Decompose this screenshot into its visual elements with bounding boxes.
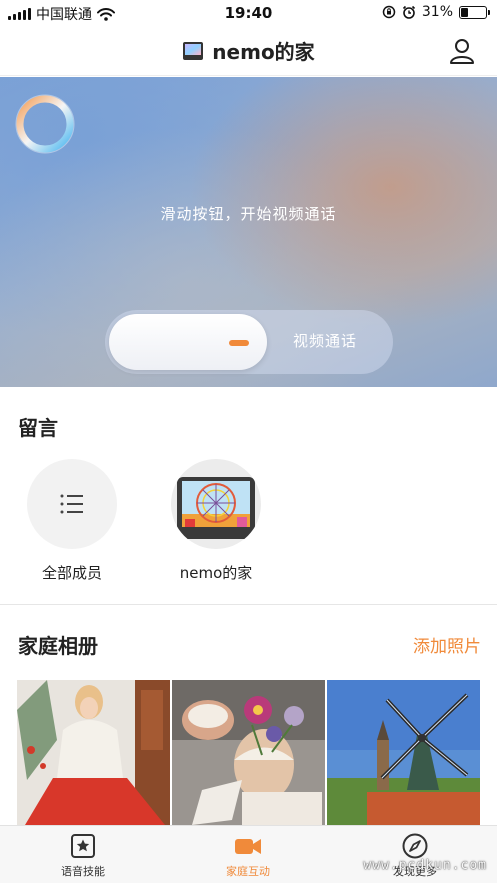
contact-nemo-home[interactable]: nemo的家 (156, 459, 276, 583)
tv-screen-icon (183, 41, 204, 60)
video-call-hero: 滑动按钮，开始视频通话 视频通话 (0, 77, 497, 387)
rotation-lock-icon (382, 5, 396, 19)
slider-handle-icon (229, 340, 249, 346)
album-photo-woman[interactable] (17, 680, 170, 825)
battery-percent: 31% (421, 4, 453, 20)
video-call-slider[interactable]: 视频通话 (105, 310, 393, 374)
add-photo-link[interactable]: 添加照片 (413, 632, 481, 657)
photo-eggshell-flowers (172, 680, 325, 825)
tab-label: 语音技能 (61, 865, 105, 878)
section-divider (0, 604, 497, 605)
user-profile-icon[interactable] (449, 38, 475, 64)
album-title: 家庭相册 (18, 634, 98, 658)
list-icon (60, 494, 83, 514)
watermark-text: www.pcdkun.com (363, 858, 487, 873)
call-hint-text: 滑动按钮，开始视频通话 (160, 205, 337, 223)
tab-family-interaction[interactable]: 家庭互动 (188, 832, 308, 879)
device-photo-frame-icon (177, 477, 255, 539)
app-logo-ring-icon (15, 94, 75, 154)
battery-icon (459, 5, 490, 19)
album-photo-flowers[interactable] (172, 680, 325, 825)
slider-knob[interactable] (109, 314, 267, 370)
messages-title: 留言 (18, 416, 58, 440)
album-photo-windmill[interactable] (327, 680, 480, 825)
nemo-home-avatar[interactable] (171, 459, 261, 549)
video-camera-icon (235, 839, 261, 854)
tab-bar: 语音技能 家庭互动 发现更多 (0, 825, 497, 883)
nav-title-group: nemo的家 (182, 36, 315, 65)
slider-label: 视频通话 (293, 332, 358, 350)
contact-name: nemo的家 (179, 564, 253, 582)
star-box-icon (71, 834, 95, 858)
tab-label: 家庭互动 (226, 865, 270, 878)
compass-icon (402, 833, 428, 859)
contact-name: 全部成员 (41, 564, 102, 582)
photo-woman-red-skirt (17, 680, 170, 825)
battery-fill (461, 7, 469, 17)
status-bar: 中国联通 19:40 31% (0, 0, 497, 26)
page-title: nemo的家 (212, 40, 315, 64)
photo-windmill-village (327, 680, 480, 825)
tab-voice-skills[interactable]: 语音技能 (23, 832, 143, 879)
nav-bar: nemo的家 (0, 26, 497, 76)
alarm-clock-icon (402, 5, 415, 19)
contact-all-members[interactable]: 全部成员 (12, 459, 132, 583)
status-right: 31% (382, 4, 490, 20)
all-members-avatar[interactable] (27, 459, 117, 549)
